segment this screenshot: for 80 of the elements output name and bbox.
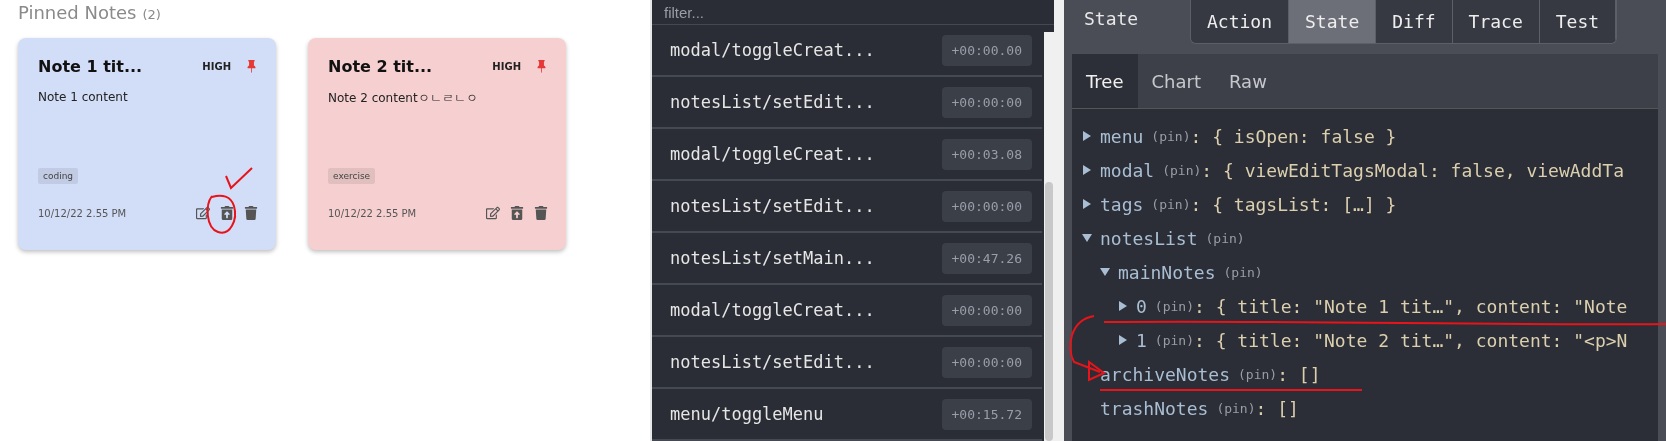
priority-label: HIGH: [492, 60, 521, 72]
pin-link[interactable]: (pin): [1223, 264, 1263, 280]
trash-icon[interactable]: [244, 206, 258, 220]
note-tag: coding: [38, 168, 79, 184]
time-badge: +00:00.00: [941, 34, 1032, 66]
view-tab[interactable]: Raw: [1215, 54, 1281, 108]
action-name[interactable]: modal/toggleCreat...: [670, 144, 934, 164]
action-name[interactable]: modal/toggleCreat...: [670, 300, 934, 320]
pin-link[interactable]: (pin): [1216, 400, 1256, 416]
pin-link[interactable]: (pin): [1205, 230, 1245, 246]
note-title: Note 2 tit...: [328, 56, 434, 76]
view-tab[interactable]: Chart: [1137, 54, 1215, 108]
restore-trash-icon[interactable]: [510, 206, 524, 220]
action-name[interactable]: modal/toggleCreat...: [670, 40, 934, 60]
tab[interactable]: Test: [1539, 0, 1617, 43]
note-title: Note 1 tit...: [38, 56, 144, 76]
tree-key: archiveNotes: [1100, 363, 1231, 385]
tree-value: : []: [1255, 397, 1299, 419]
tree-key: mainNotes: [1118, 261, 1216, 283]
tab[interactable]: State: [1289, 0, 1377, 43]
edit-icon[interactable]: [486, 206, 500, 220]
edit-icon[interactable]: [196, 206, 210, 220]
note-date: 10/12/22 2.55 PM: [38, 207, 128, 219]
tab[interactable]: Action: [1191, 0, 1290, 43]
section-title: Pinned Notes: [18, 2, 137, 23]
tab[interactable]: Trace: [1452, 0, 1540, 43]
tree-value: : { viewEditTagsModal: false, viewAddTa: [1201, 159, 1624, 181]
collapse-arrow-icon[interactable]: [1082, 233, 1092, 243]
view-tab[interactable]: Tree: [1072, 54, 1138, 108]
expand-arrow-icon[interactable]: [1082, 131, 1092, 141]
time-badge: +00:00:00: [941, 86, 1032, 118]
panel-label: State: [1083, 7, 1140, 31]
expand-arrow-icon[interactable]: [1118, 301, 1128, 311]
expand-arrow-icon[interactable]: [1118, 335, 1128, 345]
tree-key: trashNotes: [1100, 397, 1209, 419]
pin-icon[interactable]: [245, 59, 258, 73]
tab[interactable]: Diff: [1376, 0, 1453, 43]
tree-key: modal: [1100, 159, 1155, 181]
tree-key: 0: [1136, 295, 1147, 317]
time-badge: +00:15.72: [941, 398, 1032, 430]
time-badge: +00:03.08: [941, 138, 1032, 170]
scrollbar-thumb[interactable]: [1045, 182, 1053, 441]
pin-link[interactable]: (pin): [1151, 128, 1191, 144]
tree-value: : { tagsList: […] }: [1190, 193, 1397, 215]
pin-link[interactable]: (pin): [1154, 332, 1194, 348]
collapse-arrow-icon[interactable]: [1100, 267, 1110, 277]
note-date: 10/12/22 2.55 PM: [328, 207, 418, 219]
trash-icon[interactable]: [534, 206, 548, 220]
pin-link[interactable]: (pin): [1151, 196, 1191, 212]
time-badge: +00:47.26: [941, 242, 1032, 274]
tree-value: : { title: "Note 2 tit…", content: "<p>N: [1194, 329, 1628, 351]
restore-trash-icon[interactable]: [220, 206, 234, 220]
note-count: (2): [142, 7, 161, 22]
pin-link[interactable]: (pin): [1238, 366, 1278, 382]
action-name[interactable]: notesList/setEdit...: [670, 352, 934, 372]
action-name[interactable]: notesList/setMain...: [670, 248, 934, 268]
tree-key: menu: [1100, 125, 1144, 147]
tree-value: : { isOpen: false }: [1190, 125, 1397, 147]
tree-value: : []: [1277, 363, 1321, 385]
pin-link[interactable]: (pin): [1162, 162, 1202, 178]
tree-key: 1: [1136, 329, 1147, 351]
action-name[interactable]: notesList/setEdit...: [670, 92, 934, 112]
pin-icon[interactable]: [535, 59, 548, 73]
time-badge: +00:00:00: [941, 346, 1032, 378]
tree-key: notesList: [1100, 227, 1198, 249]
note-tag: exercise: [328, 168, 376, 184]
expand-arrow-icon[interactable]: [1082, 165, 1092, 175]
note-content: Note 1 content: [38, 90, 128, 104]
checkmark-annotation: [225, 167, 253, 190]
note-content: Note 2 contentㅇㄴㄹㄴㅇ: [328, 90, 478, 107]
pin-link[interactable]: (pin): [1154, 298, 1194, 314]
tree-key: tags: [1100, 193, 1144, 215]
time-badge: +00:00:00: [941, 294, 1032, 326]
action-name[interactable]: notesList/setEdit...: [670, 196, 934, 216]
circle-annotation: [206, 194, 237, 234]
expand-arrow-icon[interactable]: [1082, 199, 1092, 209]
priority-label: HIGH: [202, 60, 231, 72]
action-name[interactable]: menu/toggleMenu: [670, 404, 934, 424]
time-badge: +00:00:00: [941, 190, 1032, 222]
tree-value: : { title: "Note 1 tit…", content: "Note: [1194, 295, 1628, 317]
